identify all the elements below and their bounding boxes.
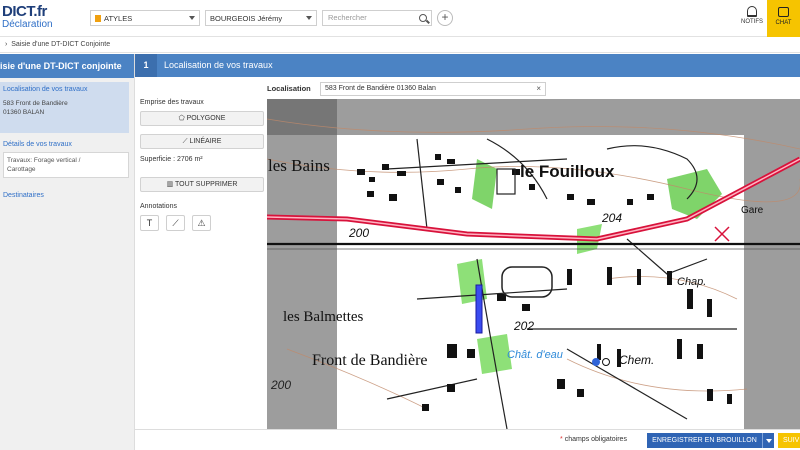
map-label-le-fouilloux: le Fouilloux — [520, 162, 615, 181]
user-select-value: BOURGEOIS Jérémy — [210, 13, 283, 23]
next-button[interactable]: SUIV — [778, 433, 800, 448]
step-number: 1 — [135, 54, 157, 77]
step-detail-box: Travaux: Forage vertical / Carottage — [3, 152, 129, 178]
drawing-tools-panel: Emprise des travaux ⬠ POLYGONE ⟋ LINÉAIR… — [136, 77, 267, 429]
annotation-warning-button[interactable]: ⚠ — [192, 215, 211, 231]
bell-icon — [747, 6, 757, 17]
save-options-chevron-icon[interactable] — [762, 433, 774, 448]
company-select[interactable]: ATYLES — [90, 10, 200, 26]
localisation-value: 583 Front de Bandière 01360 Balan — [325, 85, 436, 92]
map-label-front-de-bandiere: Front de Bandière — [312, 352, 428, 369]
step-label: Localisation de vos travaux — [3, 86, 88, 93]
required-star: * — [560, 436, 563, 443]
polyline-icon: ⟋ — [182, 138, 188, 145]
trash-icon: ▥ — [166, 181, 174, 188]
logo-subtitle: Déclaration — [2, 19, 53, 30]
step-detail: 583 Front de Bandière 01360 BALAN — [3, 99, 125, 117]
required-text: champs obligatoires — [564, 436, 627, 443]
step-item-localisation[interactable]: Localisation de vos travaux 583 Front de… — [0, 82, 129, 133]
map-label-altitude: 204 — [601, 211, 622, 225]
lineaire-button[interactable]: ⟋ LINÉAIRE — [140, 134, 264, 149]
logo-title: DICT.fr — [2, 3, 47, 20]
step-item-details[interactable]: Détails de vos travaux — [0, 133, 134, 148]
app-logo[interactable]: DICT.fr Déclaration — [2, 4, 53, 30]
annotations-label: Annotations — [140, 203, 177, 210]
chevron-right-icon: › — [5, 41, 8, 48]
search-input[interactable]: Rechercher — [322, 10, 432, 26]
polygon-icon: ⬠ — [178, 115, 185, 122]
map-label-altitude: 200 — [270, 378, 291, 392]
emprise-label: Emprise des travaux — [140, 99, 204, 106]
sidebar-title: isie d'une DT-DICT conjointe — [0, 54, 134, 78]
map-label-altitude: 202 — [513, 319, 534, 333]
localisation-label: Localisation — [267, 84, 311, 93]
step-detail-line: 583 Front de Bandière — [3, 100, 68, 107]
map-label-altitude: 200 — [348, 226, 369, 240]
clear-icon[interactable]: × — [536, 83, 541, 95]
localisation-input[interactable]: 583 Front de Bandière 01360 Balan × — [320, 82, 546, 96]
map-label-les-balmettes: les Balmettes — [283, 309, 364, 325]
breadcrumb: › Saisie d'une DT-DICT Conjointe — [0, 38, 800, 53]
step-title: Localisation de vos travaux — [164, 60, 273, 70]
step-detail-line: Carottage — [7, 166, 36, 173]
chevron-down-icon — [189, 16, 195, 20]
notifications-button[interactable]: NOTIFS — [738, 6, 766, 25]
step-detail-line: 01360 BALAN — [3, 109, 45, 116]
tout-supprimer-button[interactable]: ▥ TOUT SUPPRIMER — [140, 177, 264, 192]
add-button[interactable]: + — [437, 10, 453, 26]
lineaire-label: LINÉAIRE — [189, 138, 222, 145]
steps-sidebar: isie d'une DT-DICT conjointe Localisatio… — [0, 54, 135, 450]
user-select[interactable]: BOURGEOIS Jérémy — [205, 10, 317, 26]
step-label: Détails de vos travaux — [3, 141, 72, 148]
step-header: 1 Localisation de vos travaux — [135, 54, 800, 77]
chevron-down-icon — [306, 16, 312, 20]
search-placeholder: Rechercher — [328, 13, 367, 22]
map-view[interactable]: les Bains le Fouilloux les Balmettes Fro… — [267, 99, 800, 429]
tout-supprimer-label: TOUT SUPPRIMER — [175, 181, 238, 188]
map-label-les-bains: les Bains — [268, 156, 330, 175]
chat-label: CHAT — [775, 20, 792, 26]
required-note: * champs obligatoires — [560, 436, 627, 443]
map-label-chat-deau: Chât. d'eau — [507, 349, 563, 361]
polygone-button[interactable]: ⬠ POLYGONE — [140, 111, 264, 126]
polygone-label: POLYGONE — [186, 115, 226, 122]
breadcrumb-label[interactable]: Saisie d'une DT-DICT Conjointe — [11, 41, 110, 48]
superficie-text: Superficie : 2706 m² — [140, 156, 203, 163]
chat-button[interactable]: CHAT — [767, 0, 800, 37]
building-icon — [95, 14, 101, 22]
annotation-line-button[interactable]: ⟋ — [166, 215, 185, 231]
map-label-gare: Gare — [741, 205, 764, 216]
company-select-value: ATYLES — [104, 13, 133, 23]
save-draft-button[interactable]: ENREGISTRER EN BROUILLON — [647, 433, 762, 448]
annotation-text-button[interactable]: T — [140, 215, 159, 231]
footer-bar: * champs obligatoires ENREGISTRER EN BRO… — [135, 429, 800, 450]
top-bar: DICT.fr Déclaration ATYLES BOURGEOIS Jér… — [0, 0, 800, 37]
topo-map[interactable]: les Bains le Fouilloux les Balmettes Fro… — [267, 99, 800, 429]
map-label-chem: Chem. — [619, 353, 654, 367]
map-label-chap: Chap. — [677, 276, 706, 288]
step-item-destinataires[interactable]: Destinataires — [0, 178, 134, 199]
notifs-label: NOTIFS — [741, 19, 763, 25]
step-detail-line: Travaux: Forage vertical / — [7, 157, 81, 164]
step-label: Destinataires — [3, 192, 44, 199]
search-icon[interactable] — [419, 14, 427, 22]
chat-icon — [778, 7, 789, 17]
